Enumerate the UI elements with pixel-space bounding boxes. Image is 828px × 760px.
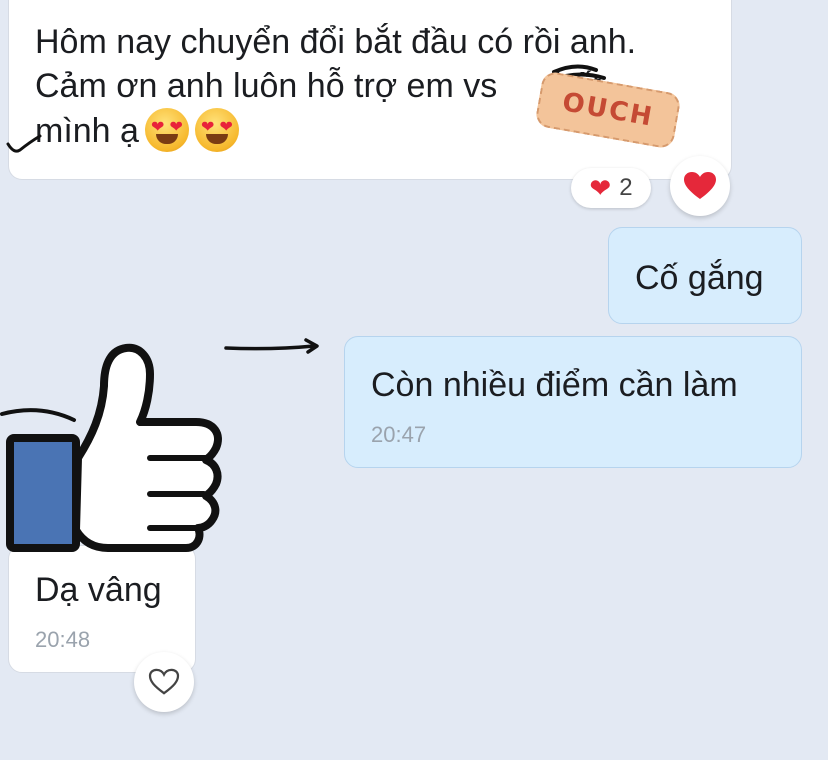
react-heart-button[interactable] bbox=[134, 652, 194, 712]
message-bubble-outgoing[interactable]: Còn nhiều điểm cần làm 20:47 bbox=[344, 336, 802, 468]
message-text: Cố gắng bbox=[635, 259, 764, 297]
scribble-mark-icon bbox=[6, 134, 42, 153]
react-heart-button[interactable] bbox=[670, 156, 730, 216]
thumbs-up-icon bbox=[0, 343, 222, 552]
message-text: Còn nhiều điểm cần làm bbox=[371, 366, 738, 404]
heart-eyes-emoji-icon: ❤ ❤ bbox=[194, 108, 239, 153]
message-time: 20:47 bbox=[371, 422, 427, 448]
message-bubble-outgoing[interactable]: Cố gắng bbox=[608, 227, 802, 324]
message-text: Dạ vâng bbox=[35, 571, 162, 609]
heart-filled-icon bbox=[684, 172, 716, 199]
message-time: 20:48 bbox=[35, 627, 91, 653]
reaction-count-pill[interactable]: ❤ 2 bbox=[571, 168, 651, 208]
arrow-doodle-icon bbox=[224, 338, 319, 354]
heart-icon: ❤ bbox=[589, 173, 612, 203]
heart-eyes-emoji-icon: ❤ ❤ bbox=[144, 108, 189, 153]
reaction-count: 2 bbox=[619, 174, 633, 201]
heart-outline-icon bbox=[148, 668, 180, 695]
